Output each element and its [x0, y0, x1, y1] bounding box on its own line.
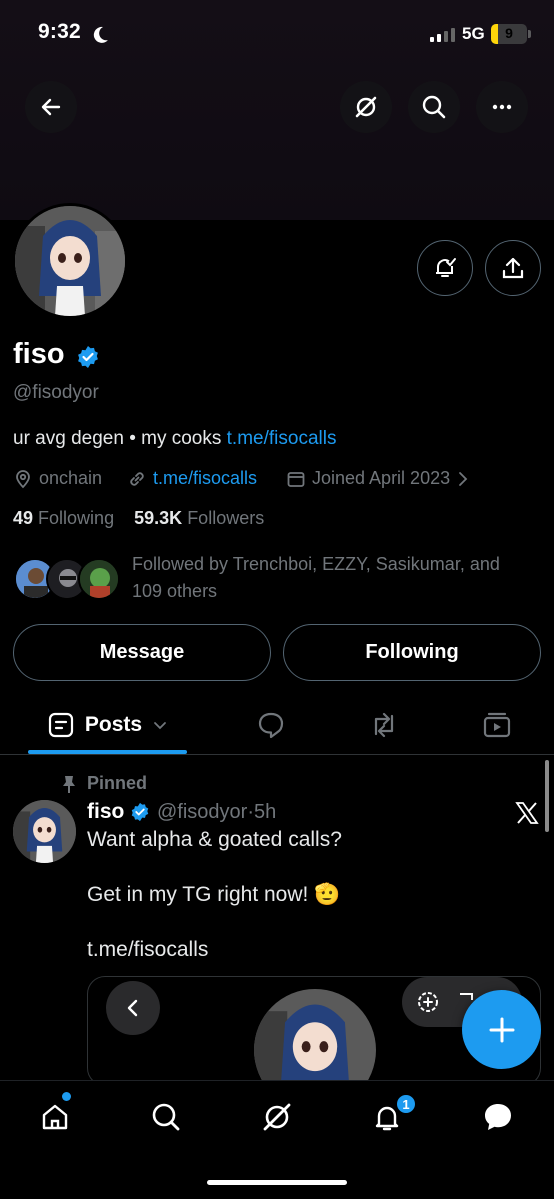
tab-replies[interactable]	[246, 703, 296, 747]
compose-button[interactable]	[462, 990, 541, 1069]
following-count: 49	[13, 508, 34, 528]
chat-icon	[485, 1104, 511, 1130]
followers-count: 59.3K	[134, 508, 183, 528]
post-text-line2: Get in my TG right now! 🫡	[87, 883, 341, 906]
search-icon	[152, 1103, 180, 1131]
notifications-badge: 1	[396, 1094, 416, 1114]
notify-button[interactable]	[417, 240, 473, 296]
bio-link[interactable]: t.me/fisocalls	[227, 428, 337, 449]
arrow-left-icon	[41, 98, 61, 116]
post-text-line1: Want alpha & goated calls?	[87, 828, 342, 851]
chevron-down-icon	[154, 722, 166, 730]
reply-icon	[258, 712, 284, 739]
network-label: 5G	[462, 24, 485, 43]
grok-button[interactable]	[340, 81, 392, 133]
website-link[interactable]: t.me/fisocalls	[153, 468, 257, 489]
post-author-handle: @fisodyor	[157, 801, 248, 823]
home-indicator	[207, 1180, 347, 1185]
follower-avatar[interactable]	[78, 558, 120, 600]
moon-icon	[93, 26, 108, 43]
media-back-button[interactable]	[106, 981, 160, 1035]
bell-check-icon	[436, 258, 456, 277]
back-button[interactable]	[25, 81, 77, 133]
pinned-label: Pinned	[87, 773, 148, 793]
nav-search[interactable]	[141, 1094, 191, 1140]
signal-icon	[430, 28, 455, 42]
battery-icon: 9	[491, 24, 527, 44]
calendar-icon	[287, 471, 305, 487]
nav-messages[interactable]	[473, 1094, 523, 1140]
grok-icon	[263, 1103, 291, 1131]
website-row[interactable]: t.me/fisocalls	[127, 468, 257, 489]
battery-level: 9	[505, 25, 513, 41]
verified-icon	[78, 346, 98, 368]
media-avatar-image	[254, 989, 376, 1085]
location-row: onchain	[13, 468, 102, 489]
profile-name: fiso	[13, 338, 65, 370]
add-circle-icon	[418, 992, 438, 1012]
repost-icon	[374, 712, 394, 738]
search-button[interactable]	[408, 81, 460, 133]
location-icon	[16, 469, 30, 488]
nav-grok[interactable]	[252, 1094, 302, 1140]
follow-counts: 49 Following 59.3K Followers	[13, 508, 264, 529]
followed-by-text[interactable]: Followed by Trenchboi, EZZY, Sasikumar, …	[132, 551, 532, 605]
avatar-image	[15, 206, 125, 316]
location-text: onchain	[39, 468, 103, 488]
status-time: 9:32	[38, 20, 81, 43]
message-button[interactable]: Message	[13, 624, 271, 681]
share-button[interactable]	[485, 240, 541, 296]
following-count-link[interactable]: 49 Following	[13, 508, 114, 528]
posts-icon	[48, 712, 74, 738]
chevron-right-icon	[459, 471, 468, 486]
plus-icon	[489, 1017, 514, 1042]
tab-media[interactable]	[472, 703, 522, 747]
pin-icon	[63, 776, 75, 793]
share-icon	[502, 257, 524, 279]
chevron-left-icon	[127, 999, 138, 1017]
more-icon	[492, 104, 512, 110]
tab-posts[interactable]: Posts	[28, 703, 187, 747]
bio-text: ur avg degen • my cooks	[13, 428, 227, 449]
tab-posts-label: Posts	[84, 713, 143, 736]
profile-avatar[interactable]	[12, 203, 128, 319]
followers-count-link[interactable]: 59.3K Followers	[134, 508, 264, 528]
home-icon	[42, 1104, 68, 1130]
tab-divider	[0, 754, 554, 755]
post-handle: @fisodyor·5h	[157, 801, 276, 824]
post-time: 5h	[254, 801, 277, 823]
battery-cap	[528, 30, 531, 38]
home-notification-dot	[62, 1092, 71, 1101]
search-icon	[422, 95, 446, 119]
scrollbar[interactable]	[545, 760, 549, 832]
media-icon	[483, 712, 511, 738]
tab-reposts[interactable]	[359, 703, 409, 747]
followers-count-label: Followers	[187, 508, 265, 528]
profile-bio: ur avg degen • my cooks t.me/fisocalls	[13, 428, 336, 450]
post-author-name[interactable]: fiso	[87, 800, 124, 824]
joined-row[interactable]: Joined April 2023	[286, 468, 470, 489]
post-avatar[interactable]	[13, 800, 76, 863]
more-button[interactable]	[476, 81, 528, 133]
grok-icon	[355, 96, 377, 118]
link-icon	[130, 471, 144, 486]
profile-handle: @fisodyor	[13, 382, 99, 403]
verified-icon	[131, 802, 149, 822]
following-button[interactable]: Following	[283, 624, 541, 681]
nav-home[interactable]	[30, 1094, 80, 1140]
x-logo-icon[interactable]	[514, 800, 540, 826]
joined-text: Joined April 2023	[312, 468, 451, 488]
post-time-sep: ·	[247, 801, 255, 823]
post-link[interactable]: t.me/fisocalls	[87, 938, 208, 962]
following-count-label: Following	[38, 508, 115, 528]
